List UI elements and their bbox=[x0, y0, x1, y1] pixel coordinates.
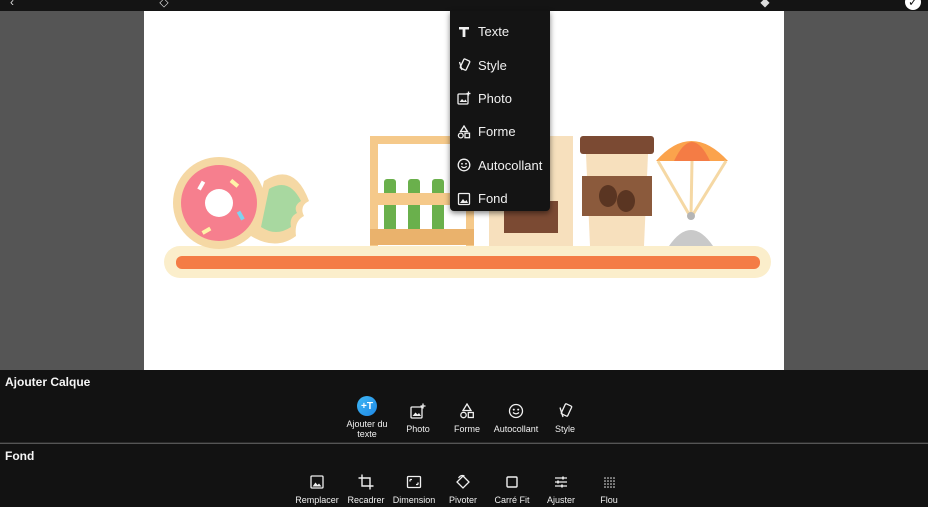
blur-icon bbox=[599, 472, 619, 492]
menu-item-style[interactable]: Style bbox=[450, 48, 550, 81]
rotate-button[interactable]: Pivoter bbox=[443, 472, 483, 505]
tool-label: Forme bbox=[453, 424, 480, 434]
add-shape-button[interactable]: Forme bbox=[448, 401, 486, 434]
tool-label: Recadrer bbox=[347, 495, 385, 505]
add-style-button[interactable]: Style bbox=[546, 401, 584, 434]
sticker-icon bbox=[506, 401, 526, 421]
menu-item-fond[interactable]: Fond bbox=[450, 182, 550, 215]
menu-item-label: Fond bbox=[478, 191, 508, 207]
add-photo-icon bbox=[457, 91, 471, 106]
dimension-button[interactable]: Dimension bbox=[390, 472, 438, 505]
square-fit-icon bbox=[502, 472, 522, 492]
confirm-icon[interactable]: ✓ bbox=[905, 0, 921, 10]
replace-button[interactable]: Remplacer bbox=[292, 472, 342, 505]
add-layer-dropdown: Texte Style Photo Forme Autocollant Fond bbox=[450, 11, 550, 211]
crop-button[interactable]: Recadrer bbox=[345, 472, 387, 505]
tool-label: Dimension bbox=[392, 495, 436, 505]
rotate-icon bbox=[453, 472, 473, 492]
background-panel: Fond Remplacer Recadrer Dimension Pivote… bbox=[0, 444, 928, 507]
shapes-icon bbox=[457, 401, 477, 421]
shelf-bar bbox=[176, 256, 760, 269]
style-icon bbox=[555, 401, 575, 421]
tool-label: Ajouter du texte bbox=[346, 419, 388, 439]
top-toolbar: ‹ ◇ ◆ ✓ bbox=[0, 0, 928, 11]
layers-icon[interactable]: ◇ bbox=[156, 0, 172, 10]
tool-label: Style bbox=[554, 424, 575, 434]
menu-item-forme[interactable]: Forme bbox=[450, 115, 550, 148]
tool-label: Flou bbox=[600, 495, 618, 505]
tool-label: Ajuster bbox=[546, 495, 575, 505]
style-icon bbox=[457, 58, 471, 72]
tool-label: Pivoter bbox=[448, 495, 477, 505]
replace-image-icon bbox=[307, 472, 327, 492]
add-photo-button[interactable]: Photo bbox=[399, 401, 437, 434]
shapes-icon bbox=[457, 124, 471, 139]
diamond-icon[interactable]: ◆ bbox=[757, 0, 773, 10]
tool-label: Photo bbox=[406, 424, 430, 434]
menu-item-label: Style bbox=[478, 57, 507, 73]
crop-icon bbox=[356, 472, 376, 492]
cloche-parachute-illustration bbox=[656, 141, 728, 246]
menu-item-label: Forme bbox=[478, 124, 516, 140]
tool-label: Autocollant bbox=[493, 424, 539, 434]
adjust-icon bbox=[551, 472, 571, 492]
square-fit-button[interactable]: Carré Fit bbox=[490, 472, 534, 505]
sticker-icon bbox=[457, 158, 471, 172]
menu-item-label: Photo bbox=[478, 90, 512, 106]
tool-label: Remplacer bbox=[295, 495, 339, 505]
panel-title: Fond bbox=[5, 449, 35, 463]
add-sticker-button[interactable]: Autocollant bbox=[489, 401, 543, 434]
dimension-icon bbox=[404, 472, 424, 492]
add-photo-icon bbox=[408, 401, 428, 421]
menu-item-photo[interactable]: Photo bbox=[450, 82, 550, 115]
add-layer-panel: Ajouter Calque +T Ajouter du texte Photo… bbox=[0, 370, 928, 443]
add-text-button[interactable]: +T Ajouter du texte bbox=[343, 396, 391, 439]
menu-item-texte[interactable]: Texte bbox=[450, 15, 550, 48]
back-icon[interactable]: ‹ bbox=[4, 0, 20, 10]
text-icon bbox=[457, 25, 471, 39]
background-icon bbox=[457, 192, 471, 206]
add-text-icon: +T bbox=[357, 396, 377, 416]
blur-button[interactable]: Flou bbox=[591, 472, 627, 505]
menu-item-label: Autocollant bbox=[478, 157, 543, 173]
menu-item-label: Texte bbox=[478, 24, 510, 40]
coffee-cup-illustration bbox=[580, 136, 654, 246]
donut-illustration bbox=[173, 157, 309, 249]
menu-item-autocollant[interactable]: Autocollant bbox=[450, 149, 550, 182]
tool-label: Carré Fit bbox=[494, 495, 530, 505]
adjust-button[interactable]: Ajuster bbox=[541, 472, 581, 505]
panel-title: Ajouter Calque bbox=[5, 375, 91, 389]
